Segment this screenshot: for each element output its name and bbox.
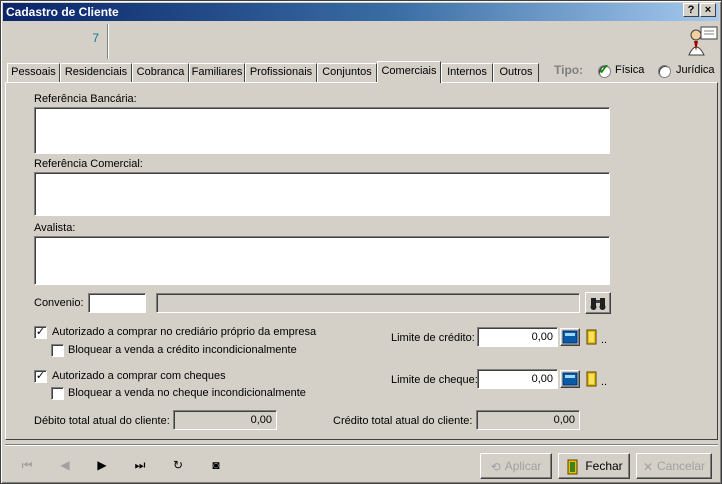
next-record-button[interactable]: ▶ [91, 454, 113, 476]
avalista-label: Avalista: [34, 222, 76, 234]
calculator-credito-button[interactable] [560, 328, 580, 346]
limite-cheque-label: Limite de cheque: [391, 374, 478, 386]
convenio-code-field[interactable] [88, 293, 146, 313]
door-icon[interactable] [583, 370, 601, 388]
radio-juridica[interactable] [658, 65, 671, 78]
tab-strip: Pessoais Residenciais Cobranca Familiare… [5, 61, 545, 83]
bloquear-cheque-checkbox[interactable] [51, 387, 64, 400]
refresh-button[interactable]: ↻ [167, 454, 189, 476]
tab-pessoais[interactable]: Pessoais [7, 63, 60, 82]
avalista-memo[interactable] [34, 236, 610, 285]
last-record-button[interactable]: ⏭ [129, 454, 151, 476]
ellipsis-credito: .. [601, 334, 608, 346]
record-panel: 7 [5, 24, 108, 59]
ref-comercial-label: Referência Comercial: [34, 158, 143, 170]
limite-cheque-field[interactable]: 0,00 [477, 369, 558, 389]
bloquear-credito-label[interactable]: Bloquear a venda a crédito incondicional… [68, 344, 297, 356]
tipo-selector: Tipo: ✓ Física Jurídica [548, 61, 718, 80]
tab-conjuntos[interactable]: Conjuntos [317, 63, 377, 82]
cadastro-cliente-window: Cadastro de Cliente ? × 7 Pessoais Resid… [0, 0, 722, 484]
ref-bancaria-label: Referência Bancária: [34, 93, 137, 105]
tipo-label: Tipo: [554, 63, 584, 77]
search-convenio-button[interactable] [585, 292, 611, 314]
convenio-name-field [156, 293, 580, 313]
credito-field: 0,00 [476, 410, 580, 430]
ref-comercial-memo[interactable] [34, 172, 610, 216]
tab-outros[interactable]: Outros [493, 63, 539, 82]
close-button[interactable]: × [700, 3, 716, 17]
tab-profissionais[interactable]: Profissionais [245, 63, 317, 82]
tab-comerciais[interactable]: Comerciais [377, 61, 441, 83]
customer-register-icon [688, 26, 718, 56]
cheques-label[interactable]: Autorizado a comprar com cheques [52, 370, 226, 382]
print-record-button[interactable]: ◙ [205, 454, 227, 476]
record-number: 7 [92, 31, 99, 45]
credito-label: Crédito total atual do cliente: [333, 415, 473, 427]
calculator-cheque-button[interactable] [560, 370, 580, 388]
cancel-x-icon: ✕ [642, 459, 654, 474]
radio-fisica-label[interactable]: Física [615, 64, 644, 76]
help-button[interactable]: ? [683, 3, 699, 17]
exit-door-icon [567, 459, 578, 475]
aplicar-button[interactable]: ⟲ Aplicar [480, 453, 552, 479]
tab-familiares[interactable]: Familiares [189, 63, 245, 82]
first-record-button[interactable]: ⏮ [16, 454, 38, 476]
tab-internos[interactable]: Internos [441, 63, 493, 82]
door-icon[interactable] [583, 328, 601, 346]
footer-separator [5, 444, 718, 446]
calculator-icon [562, 372, 578, 386]
radio-juridica-label[interactable]: Jurídica [676, 64, 715, 76]
ellipsis-cheque: .. [601, 376, 608, 388]
crediario-label[interactable]: Autorizado a comprar no crediário própri… [52, 326, 316, 338]
limite-credito-label: Limite de crédito: [391, 332, 475, 344]
aplicar-label: Aplicar [504, 459, 542, 473]
cheques-checkbox[interactable]: ✓ [34, 370, 47, 383]
cancelar-label: Cancelar [657, 459, 706, 473]
tab-cobranca[interactable]: Cobranca [132, 63, 189, 82]
calculator-icon [562, 330, 578, 344]
ref-bancaria-memo[interactable] [34, 107, 610, 154]
title-bar: Cadastro de Cliente [3, 3, 719, 21]
checkmark-icon: ✓ [598, 61, 610, 77]
bloquear-credito-checkbox[interactable] [51, 344, 64, 357]
window-title: Cadastro de Cliente [6, 5, 119, 19]
debito-field: 0,00 [173, 410, 277, 430]
apply-icon: ⟲ [490, 459, 501, 474]
tab-residenciais[interactable]: Residenciais [60, 63, 132, 82]
bloquear-cheque-label[interactable]: Bloquear a venda no cheque incondicional… [68, 387, 306, 399]
convenio-label: Convenio: [34, 297, 84, 309]
previous-record-button[interactable]: ◀ [54, 454, 76, 476]
cancelar-button[interactable]: ✕ Cancelar [636, 453, 712, 479]
fechar-button[interactable]: Fechar [558, 453, 630, 479]
debito-label: Débito total atual do cliente: [34, 415, 170, 427]
crediario-checkbox[interactable]: ✓ [34, 326, 47, 339]
fechar-label: Fechar [585, 459, 623, 473]
limite-credito-field[interactable]: 0,00 [477, 327, 558, 347]
binoculars-icon [590, 298, 606, 310]
